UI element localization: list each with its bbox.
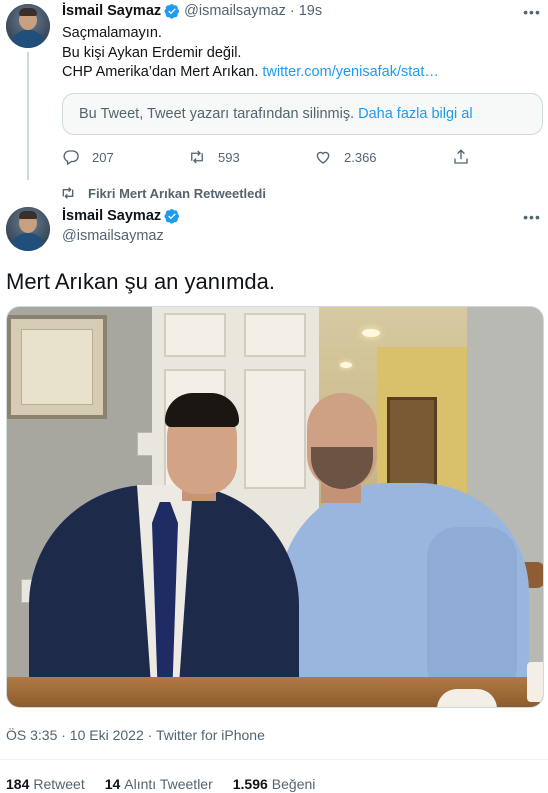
- author-handle[interactable]: @ismailsaymaz: [62, 228, 164, 244]
- retweet-context[interactable]: Fikri Mert Arıkan Retweetledi: [62, 186, 266, 201]
- author-name[interactable]: İsmail Saymaz: [62, 208, 161, 224]
- verified-badge-icon: [164, 4, 180, 19]
- reply-icon: [63, 150, 79, 166]
- quote-stat-count: 14: [104, 776, 121, 792]
- retweet-icon: [62, 187, 74, 199]
- like-stat[interactable]: 1.596 Beğeni: [233, 776, 316, 792]
- share-button[interactable]: [452, 148, 482, 166]
- avatar[interactable]: [6, 4, 50, 48]
- tweet-stats: 184 Retweet 14 Alıntı Tweetler 1.596 Beğeni: [6, 776, 335, 792]
- tweet-header: İsmail Saymaz @ismailsaymaz · 19s: [62, 3, 322, 19]
- more-icon[interactable]: •••: [522, 5, 542, 19]
- thread-line: [27, 52, 29, 180]
- retweet-stat-label: Retweet: [33, 776, 85, 792]
- verified-badge-icon: [164, 209, 180, 224]
- retweet-icon: [191, 150, 203, 164]
- divider: [0, 759, 548, 760]
- separator-dot: ·: [289, 3, 295, 19]
- like-icon: [316, 151, 330, 164]
- avatar[interactable]: [6, 207, 50, 251]
- quote-stat[interactable]: 14 Alıntı Tweetler: [105, 776, 213, 792]
- tweet-meta[interactable]: ÖS 3:35 · 10 Eki 2022 · Twitter for iPho…: [6, 727, 265, 743]
- retweet-stat-count: 184: [6, 776, 30, 792]
- like-stat-count: 1.596: [232, 776, 268, 792]
- like-count: 2.366: [344, 149, 377, 165]
- tweet-line: CHP Amerika’dan Mert Arıkan.: [62, 64, 259, 80]
- tweet-body: Saçmalamayın. Bu kişi Aykan Erdemir deği…: [62, 24, 439, 83]
- retweet-count: 593: [218, 149, 240, 165]
- more-icon[interactable]: •••: [522, 210, 542, 224]
- author-name[interactable]: İsmail Saymaz: [62, 3, 161, 19]
- learn-more-link[interactable]: Daha fazla bilgi al: [358, 106, 472, 122]
- reply-button[interactable]: 207: [62, 148, 114, 166]
- tweet-header: İsmail Saymaz: [62, 208, 180, 224]
- share-icon: [454, 149, 468, 164]
- deleted-quote-box: Bu Tweet, Tweet yazarı tarafından silinm…: [62, 93, 543, 135]
- like-button[interactable]: 2.366: [314, 148, 377, 166]
- tweet-line: Saçmalamayın.: [62, 25, 162, 41]
- tweet-line: Bu kişi Aykan Erdemir değil.: [62, 44, 242, 61]
- retweet-stat[interactable]: 184 Retweet: [6, 776, 85, 792]
- quote-stat-label: Alıntı Tweetler: [124, 776, 213, 792]
- tweet-link[interactable]: twitter.com/yenisafak/stat…: [262, 64, 438, 80]
- reply-count: 207: [92, 149, 114, 165]
- author-handle[interactable]: @ismailsaymaz: [184, 3, 286, 19]
- action-bar: 207 593 2.366: [62, 148, 482, 168]
- retweet-context-label: Fikri Mert Arıkan Retweetledi: [88, 186, 266, 201]
- retweet-button[interactable]: 593: [188, 148, 240, 166]
- tweet-time[interactable]: 19s: [299, 3, 322, 19]
- tweet-photo[interactable]: [6, 306, 544, 708]
- deleted-notice: Bu Tweet, Tweet yazarı tarafından silinm…: [79, 106, 355, 122]
- tweet-text: Mert Arıkan şu an yanımda.: [6, 269, 276, 294]
- tweet-deleted-quote[interactable]: İsmail Saymaz @ismailsaymaz · 19s ••• Sa…: [0, 0, 548, 180]
- like-stat-label: Beğeni: [271, 776, 316, 792]
